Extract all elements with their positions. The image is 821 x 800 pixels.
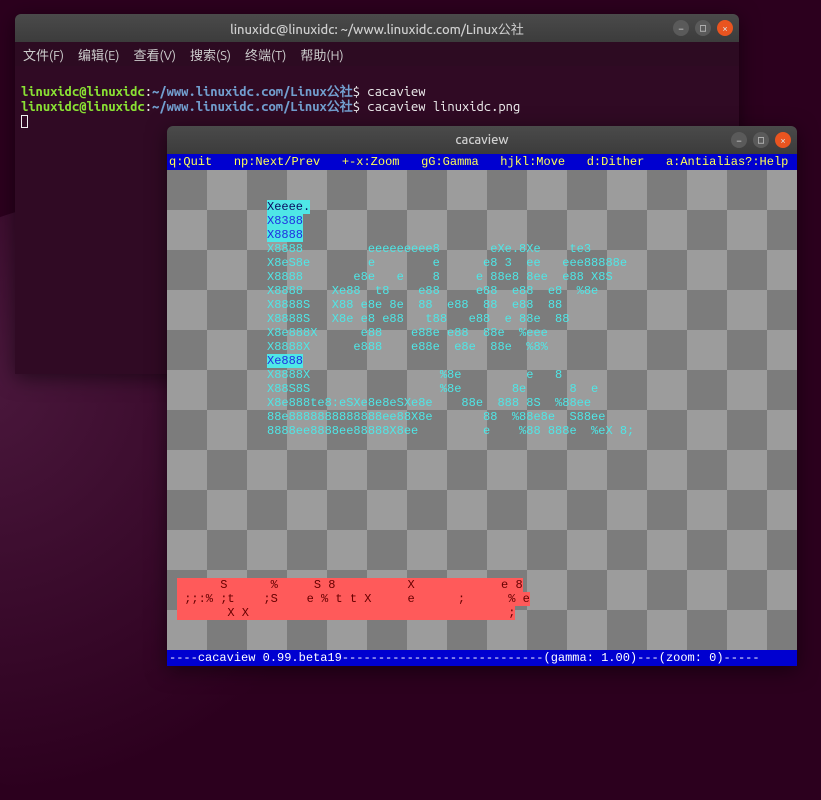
menu-view[interactable]: 查看(V) xyxy=(134,45,176,64)
cursor xyxy=(21,115,28,128)
window-controls: − □ × xyxy=(673,20,733,36)
menu-file[interactable]: 文件(F) xyxy=(23,45,64,64)
menu-search[interactable]: 搜索(S) xyxy=(190,45,231,64)
prompt-path: ~/www.linuxidc.com/Linux公社 xyxy=(152,85,353,99)
close-button[interactable]: × xyxy=(775,132,791,148)
terminal-titlebar[interactable]: linuxidc@linuxidc: ~/www.linuxidc.com/Li… xyxy=(15,14,739,42)
menu-edit[interactable]: 编辑(E) xyxy=(78,45,119,64)
prompt-user: linuxidc@linuxidc xyxy=(21,85,145,99)
command-line: cacaview linuxidc.png xyxy=(367,100,520,114)
ascii-art: Xeeee. X8388 X8888 X8888 eeeeeeeee8 eXe.… xyxy=(267,200,634,438)
ascii-art-red: S % S 8 X e 8 ;;:% ;t ;S e % t t X e ; %… xyxy=(177,578,530,620)
cacaview-window: cacaview − □ × q:Quit np:Next/Prev +-x:Z… xyxy=(167,126,797,666)
maximize-button[interactable]: □ xyxy=(753,132,769,148)
menu-terminal[interactable]: 终端(T) xyxy=(245,45,286,64)
help-bar: q:Quit np:Next/Prev +-x:Zoom gG:Gamma hj… xyxy=(167,154,797,170)
image-viewport[interactable]: Xeeee. X8388 X8888 X8888 eeeeeeeee8 eXe.… xyxy=(167,170,797,650)
cacaview-body: q:Quit np:Next/Prev +-x:Zoom gG:Gamma hj… xyxy=(167,154,797,666)
terminal-menubar: 文件(F) 编辑(E) 查看(V) 搜索(S) 终端(T) 帮助(H) xyxy=(15,42,739,66)
close-button[interactable]: × xyxy=(717,20,733,36)
window-controls: − □ × xyxy=(731,132,791,148)
maximize-button[interactable]: □ xyxy=(695,20,711,36)
command-line: cacaview xyxy=(367,85,425,99)
terminal-title: linuxidc@linuxidc: ~/www.linuxidc.com/Li… xyxy=(15,19,739,38)
cacaview-titlebar[interactable]: cacaview − □ × xyxy=(167,126,797,154)
menu-help[interactable]: 帮助(H) xyxy=(300,45,343,64)
status-bar: ----cacaview 0.99.beta19----------------… xyxy=(167,650,797,666)
minimize-button[interactable]: − xyxy=(673,20,689,36)
cacaview-title: cacaview xyxy=(167,133,797,147)
minimize-button[interactable]: − xyxy=(731,132,747,148)
